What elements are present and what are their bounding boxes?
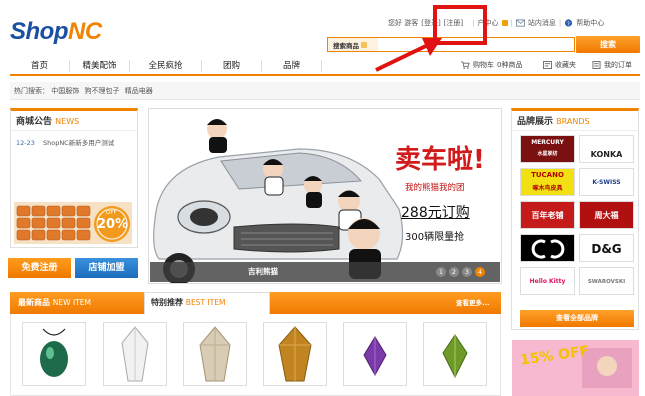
nav-item-accessories[interactable]: 精美配饰: [70, 60, 130, 72]
news-promo-image[interactable]: OFF 20%: [14, 202, 132, 244]
product-image: [363, 336, 387, 377]
product-card[interactable]: [22, 322, 86, 386]
tab-new-item[interactable]: 最新商品 NEW ITEM: [18, 292, 91, 314]
banner-headline: 卖车啦!: [395, 145, 485, 175]
brand-chow-tai-fook[interactable]: 周大福: [579, 201, 634, 229]
top-bar: 您好 游客 [登录] [注册] | 户中心 | 站内消息 | ? 帮助中心: [388, 18, 605, 28]
free-register-button[interactable]: 免费注册: [8, 258, 71, 278]
orders-label: 我的订单: [604, 61, 632, 69]
product-image: [121, 326, 149, 382]
banner-caption: 吉利熊猫: [248, 267, 278, 276]
banner-caption-bar: [150, 262, 500, 282]
news-item[interactable]: 12-23 ShopNC新新多用户测试: [11, 131, 137, 153]
discount-badge-top: OFF: [106, 210, 117, 216]
search-category-label: 搜索商品: [333, 41, 359, 50]
mail-icon: [515, 19, 525, 27]
brand-konka[interactable]: KONKA: [579, 135, 634, 163]
logo-shop-text: Shop: [10, 18, 69, 45]
brands-title: 品牌展示 BRANDS: [512, 111, 638, 131]
store-join-button[interactable]: 店铺加盟: [75, 258, 138, 278]
brand-swarovski[interactable]: SWAROVSKI: [579, 267, 634, 295]
brands-title-en: BRANDS: [556, 117, 590, 126]
product-image: [442, 334, 468, 379]
tab-best-item-label: 特别推荐: [151, 298, 183, 307]
tab-new-item-label: 最新商品: [18, 298, 50, 307]
hot-search-term[interactable]: 中国服饰: [51, 87, 79, 95]
brand-chanel[interactable]: [520, 234, 575, 262]
nav-item-home[interactable]: 首页: [10, 60, 70, 72]
hot-search-term[interactable]: 狗不理包子: [84, 87, 119, 95]
view-more-link[interactable]: 查看更多...: [456, 297, 489, 307]
product-image: [40, 328, 68, 377]
banner-car-illustration: [149, 109, 501, 283]
chevron-down-icon: [501, 20, 508, 26]
brand-tucano-cn: 啄木鸟皮具: [532, 185, 563, 192]
tab-best-item[interactable]: 特别推荐 BEST ITEM: [144, 292, 270, 314]
shopnc-logo[interactable]: ShopNC: [10, 18, 102, 46]
brand-mercury-cn: 水星家纺: [537, 151, 558, 157]
tab-new-item-en: NEW ITEM: [52, 298, 91, 307]
promo-banner[interactable]: 卖车啦! 我的熊猫我的团 288元订购 300辆限量抢: [148, 108, 502, 284]
favorites-icon: [543, 61, 552, 69]
messages-link[interactable]: 站内消息: [528, 18, 556, 28]
banner-limit: 300辆限量抢: [405, 232, 465, 243]
nav-item-brand[interactable]: 品牌: [262, 60, 322, 72]
nav-item-rush[interactable]: 全民疯抢: [130, 60, 202, 72]
banner-page-3[interactable]: 3: [462, 267, 472, 277]
cart-label: 购物车: [473, 61, 494, 69]
product-image: [278, 326, 312, 382]
cart-link[interactable]: 购物车 0种商品: [461, 60, 522, 70]
nav-item-group-buy[interactable]: 团购: [202, 60, 262, 72]
brand-mercury[interactable]: MERCURY 水星家纺: [520, 135, 575, 163]
product-card[interactable]: [103, 322, 167, 386]
hot-search-label: 热门搜索：: [14, 87, 49, 95]
product-image: [199, 326, 231, 382]
discount-badge-value: 20%: [97, 217, 129, 232]
brand-mercury-name: MERCURY: [531, 139, 564, 146]
logo-nc-text: NC: [68, 18, 102, 45]
product-card[interactable]: [423, 322, 487, 386]
cart-icon: [461, 61, 470, 69]
hot-search-bar: 热门搜索： 中国服饰 狗不理包子 精品电器: [10, 82, 640, 100]
greeting-text: 您好 游客: [388, 19, 419, 27]
product-card[interactable]: [263, 322, 327, 386]
banner-page-2[interactable]: 2: [449, 267, 459, 277]
banner-subheadline: 我的熊猫我的团: [405, 183, 465, 193]
product-card[interactable]: [183, 322, 247, 386]
brands-title-cn: 品牌展示: [517, 117, 554, 127]
main-nav: 首页 精美配饰 全民疯抢 团购 品牌 购物车 0种商品 收藏夹 我的订单: [10, 58, 640, 76]
arrow-annotation-icon: [375, 38, 442, 72]
chanel-logo-icon: [531, 239, 564, 259]
help-center-link[interactable]: 帮助中心: [576, 18, 604, 28]
favorites-link[interactable]: 收藏夹: [543, 60, 576, 70]
brand-dg[interactable]: D&G: [579, 234, 634, 262]
brand-tucano[interactable]: TUCANO 啄木鸟皮具: [520, 168, 575, 196]
banner-price: 288元订购: [401, 205, 470, 221]
orders-link[interactable]: 我的订单: [592, 60, 632, 70]
news-date: 12-23: [16, 139, 35, 147]
orders-icon: [592, 61, 601, 69]
cart-count: 0种商品: [497, 61, 523, 69]
promo-ad-image[interactable]: 15% OFF: [512, 340, 639, 396]
banner-page-1[interactable]: 1: [436, 267, 446, 277]
news-title-cn: 商城公告: [16, 117, 53, 127]
brand-tucano-name: TUCANO: [531, 171, 564, 179]
help-icon: ?: [565, 19, 573, 27]
favorites-label: 收藏夹: [555, 61, 576, 69]
product-card[interactable]: [343, 322, 407, 386]
svg-text:?: ?: [567, 21, 570, 27]
search-button[interactable]: 搜索: [576, 36, 640, 53]
news-title-en: NEWS: [55, 117, 80, 126]
hot-search-term[interactable]: 精品电器: [125, 87, 153, 95]
brand-bainian[interactable]: 百年老铺: [520, 201, 575, 229]
banner-page-4[interactable]: 4: [475, 267, 485, 277]
view-all-brands-button[interactable]: 查看全部品牌: [520, 310, 634, 327]
news-text: ShopNC新新多用户测试: [42, 139, 115, 147]
brand-hello-kitty[interactable]: Hello Kitty: [520, 267, 575, 295]
news-title: 商城公告 NEWS: [11, 111, 137, 131]
brand-kswiss[interactable]: K-SWISS: [579, 168, 634, 196]
chevron-down-icon: [361, 41, 367, 48]
tab-best-item-en: BEST ITEM: [185, 298, 226, 307]
